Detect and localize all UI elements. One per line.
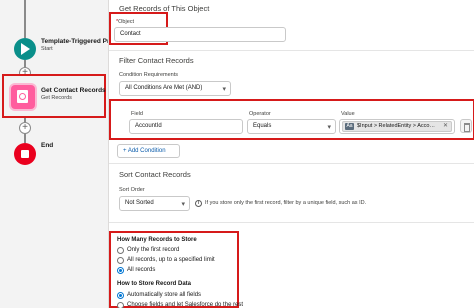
field-column-label: Field — [131, 111, 143, 117]
radio-first-record-label: Only the first record — [127, 247, 180, 253]
radio-choose-fields-label: Choose fields and let Salesforce do the … — [127, 302, 244, 308]
stop-icon — [21, 150, 29, 158]
condition-requirements-select[interactable]: All Conditions Are Met (AND) ▾ — [119, 81, 231, 96]
filter-operator-value: Equals — [253, 123, 272, 129]
sort-order-select[interactable]: Not Sorted ▾ — [119, 196, 190, 211]
sort-info-text: If you store only the first record, filt… — [205, 200, 367, 206]
condition-requirements-label: Condition Requirements — [119, 72, 179, 78]
value-resource-pill[interactable]: Aa $Input > RelatedEntity > Acco… ✕ — [342, 121, 452, 132]
radio-records-up-to-limit[interactable] — [117, 257, 124, 264]
end-node-title: End — [41, 142, 54, 149]
info-icon: i — [195, 200, 202, 207]
end-node[interactable] — [14, 143, 36, 165]
value-column-label: Value — [341, 111, 355, 117]
connector-line — [24, 0, 26, 38]
value-resource-text: $Input > RelatedEntity > Acco… — [357, 123, 435, 129]
start-node[interactable] — [14, 38, 36, 60]
flow-builder: Template-Triggered Pr Start + Get Contac… — [0, 0, 474, 308]
delete-condition-icon[interactable] — [460, 119, 472, 133]
chevron-down-icon: ▾ — [181, 201, 185, 208]
radio-choose-fields[interactable] — [117, 302, 124, 308]
text-resource-icon: Aa — [345, 123, 354, 130]
start-node-subtitle: Start — [41, 46, 53, 52]
sort-order-value: Not Sorted — [125, 200, 154, 206]
start-node-title: Template-Triggered Pr — [41, 38, 110, 45]
sort-order-label: Sort Order — [119, 187, 145, 193]
add-condition-button[interactable]: + Add Condition — [117, 144, 180, 158]
radio-all-records[interactable] — [117, 267, 124, 274]
radio-first-record[interactable] — [117, 247, 124, 254]
filter-operator-select[interactable]: Equals ▾ — [247, 119, 336, 134]
filter-field-input[interactable]: AccountId — [129, 119, 243, 134]
section-divider — [109, 50, 474, 51]
get-records-icon — [11, 85, 35, 109]
how-many-records-title: How Many Records to Store — [117, 237, 197, 243]
object-label-text: Object — [118, 19, 135, 25]
radio-auto-store-fields-label: Automatically store all fields — [127, 292, 202, 298]
operator-column-label: Operator — [249, 111, 271, 117]
object-input[interactable]: Contact — [114, 27, 286, 42]
section-divider — [109, 163, 474, 164]
how-to-store-title: How to Store Record Data — [117, 281, 192, 287]
get-records-node-subtitle: Get Records — [41, 95, 72, 101]
radio-auto-store-fields[interactable] — [117, 292, 124, 299]
section-divider — [109, 222, 474, 223]
remove-value-icon[interactable]: ✕ — [443, 122, 448, 131]
play-icon — [21, 43, 30, 55]
properties-panel: Get Records of This Object *Object Conta… — [108, 0, 474, 308]
object-label: *Object — [116, 19, 134, 25]
chevron-down-icon: ▾ — [327, 124, 331, 131]
get-records-node-title: Get Contact Records — [41, 87, 106, 94]
radio-all-records-label: All records — [127, 267, 156, 273]
filter-value-input[interactable]: Aa $Input > RelatedEntity > Acco… ✕ — [339, 119, 455, 134]
filter-section-title: Filter Contact Records — [119, 56, 194, 65]
get-records-node[interactable]: Get Contact Records Get Records — [2, 74, 106, 118]
sort-section-title: Sort Contact Records — [119, 170, 191, 179]
chevron-down-icon: ▾ — [222, 86, 226, 93]
condition-requirements-value: All Conditions Are Met (AND) — [125, 85, 203, 91]
flow-canvas: Template-Triggered Pr Start + Get Contac… — [0, 0, 110, 308]
add-element-plus-icon[interactable]: + — [19, 122, 31, 134]
radio-records-up-to-limit-label: All records, up to a specified limit — [127, 257, 215, 263]
